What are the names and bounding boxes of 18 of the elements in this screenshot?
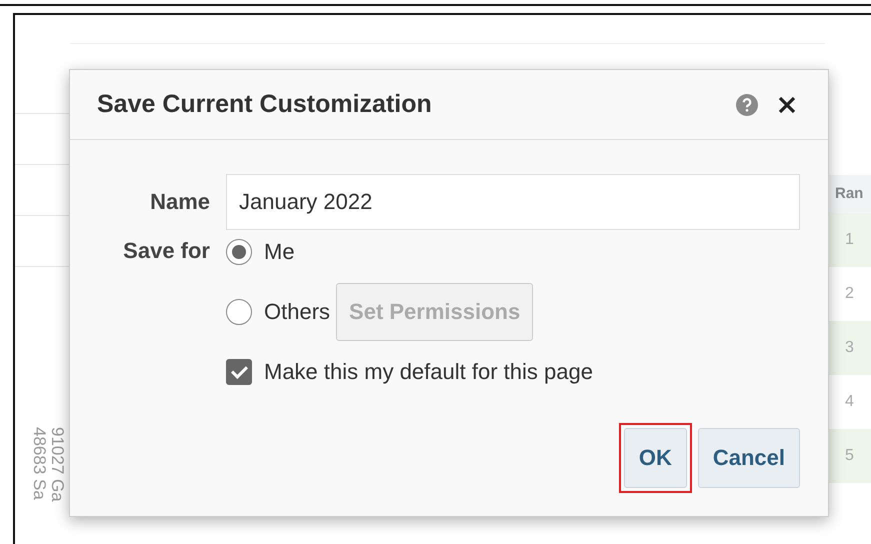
cancel-button[interactable]: Cancel (698, 428, 800, 488)
axis-label: 91027 Ga (49, 427, 65, 504)
close-icon[interactable] (778, 96, 796, 114)
dialog-title: Save Current Customization (97, 90, 433, 119)
name-field[interactable]: January 2022 (226, 174, 800, 230)
table-cell-text: 4 (844, 392, 855, 412)
table-cell-text: 2 (844, 284, 855, 304)
axis-label: 48683 Sa (31, 427, 47, 502)
checkbox-label: Make this my default for this page (264, 359, 593, 385)
radio-button[interactable] (226, 299, 252, 325)
option-label: Others (264, 299, 330, 325)
ok-button[interactable]: OK (624, 428, 687, 488)
field-label: Save for (122, 237, 210, 265)
option-label: Me (264, 239, 295, 265)
checkbox[interactable] (226, 359, 252, 385)
field-label: Name (149, 188, 210, 216)
radio-button[interactable] (226, 239, 252, 265)
help-icon[interactable] (736, 94, 758, 116)
